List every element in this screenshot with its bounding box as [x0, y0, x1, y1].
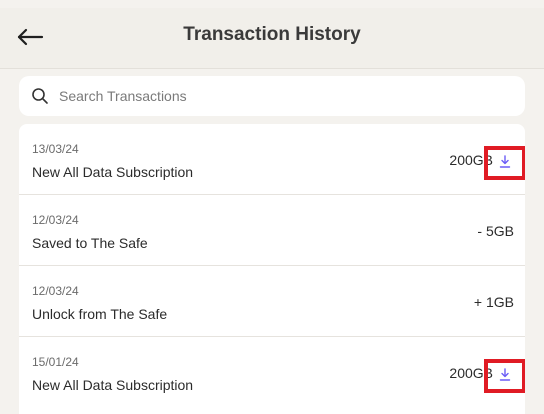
download-icon — [499, 368, 511, 381]
transaction-row[interactable]: 12/03/24 Saved to The Safe - 5GB — [19, 195, 525, 266]
transaction-row[interactable]: 15/01/24 New All Data Subscription 200GB — [19, 337, 525, 407]
transaction-date: 13/03/24 — [32, 142, 79, 156]
search-bar[interactable] — [19, 76, 525, 116]
transaction-description: Saved to The Safe — [32, 235, 148, 251]
transaction-amount: + 1GB — [473, 294, 514, 310]
download-icon — [499, 155, 511, 168]
transaction-date: 15/01/24 — [32, 355, 79, 369]
transaction-date: 12/03/24 — [32, 284, 79, 298]
transaction-amount: - 5GB — [477, 223, 514, 239]
page-title: Transaction History — [183, 24, 361, 45]
transaction-row[interactable]: 12/03/24 Unlock from The Safe + 1GB — [19, 266, 525, 337]
transaction-date: 12/03/24 — [32, 213, 79, 227]
download-button[interactable] — [484, 359, 525, 393]
download-button[interactable] — [484, 146, 525, 180]
header-bar: Transaction History — [0, 8, 544, 69]
transaction-list: 13/03/24 New All Data Subscription 200GB… — [19, 124, 525, 414]
search-icon — [32, 88, 48, 104]
transaction-description: New All Data Subscription — [32, 164, 194, 180]
transaction-row[interactable]: 13/03/24 New All Data Subscription 200GB — [19, 124, 525, 195]
transaction-description: Unlock from The Safe — [32, 306, 168, 322]
transaction-description: New All Data Subscription — [32, 377, 194, 393]
search-input[interactable] — [59, 76, 499, 116]
